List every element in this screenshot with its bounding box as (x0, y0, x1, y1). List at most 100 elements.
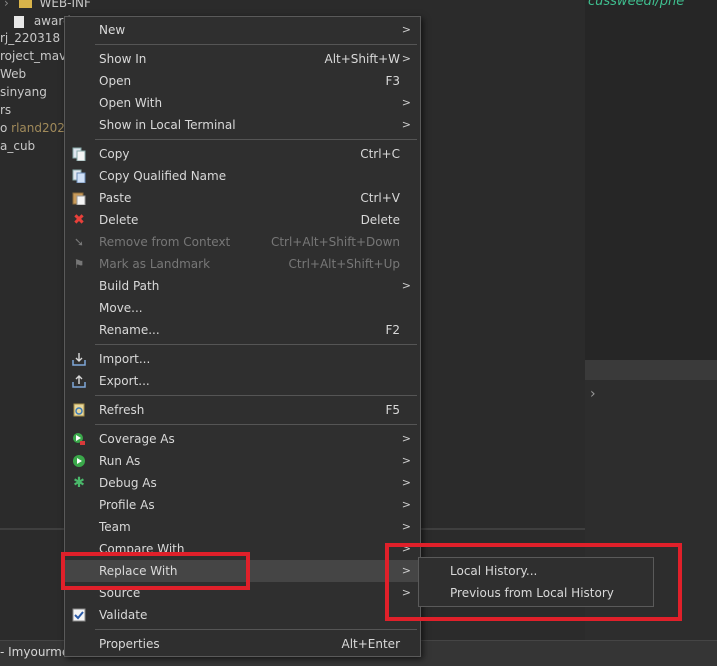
menu-item-shortcut: F2 (385, 323, 400, 337)
landmark-icon: ⚑ (73, 257, 85, 271)
menu-separator (95, 424, 417, 425)
menu-item-label: Show in Local Terminal (99, 118, 236, 132)
file-icon (14, 15, 24, 28)
menu-item-show-in[interactable]: Show In Alt+Shift+W > (65, 48, 420, 70)
submenu-arrow-icon: > (401, 454, 411, 467)
menu-item-shortcut: Ctrl+Alt+Shift+Up (288, 257, 400, 271)
menu-item-label: Copy (99, 147, 130, 161)
menu-item-label: Run As (99, 454, 141, 468)
copy-qualified-icon (71, 168, 87, 184)
menu-item-shortcut: F3 (385, 74, 400, 88)
menu-item-label: Export... (99, 374, 150, 388)
editor-tab-strip (585, 360, 717, 380)
menu-item-export[interactable]: Export... (65, 370, 420, 392)
menu-item-run-as[interactable]: Run As > (65, 450, 420, 472)
menu-item-shortcut: Alt+Enter (341, 637, 400, 651)
menu-item-label: Debug As (99, 476, 157, 490)
menu-separator (95, 44, 417, 45)
menu-item-label: Show In (99, 52, 147, 66)
submenu-arrow-icon: > (401, 432, 411, 445)
status-bar-text: - Imyourme (0, 645, 70, 659)
menu-item-remove-from-context: ➘ Remove from Context Ctrl+Alt+Shift+Down (65, 231, 420, 253)
menu-item-move[interactable]: Move... (65, 297, 420, 319)
menu-separator (95, 344, 417, 345)
highlight-box-submenu (385, 543, 682, 621)
menu-item-copy-qualified-name[interactable]: Copy Qualified Name (65, 165, 420, 187)
tree-item-prefix: o (0, 121, 12, 135)
coverage-icon (71, 431, 87, 447)
menu-item-show-in-local-terminal[interactable]: Show in Local Terminal > (65, 114, 420, 136)
menu-item-label: Open (99, 74, 132, 88)
menu-item-build-path[interactable]: Build Path > (65, 275, 420, 297)
submenu-arrow-icon: > (401, 476, 411, 489)
menu-item-label: Properties (99, 637, 160, 651)
menu-item-open-with[interactable]: Open With > (65, 92, 420, 114)
menu-item-rename[interactable]: Rename... F2 (65, 319, 420, 341)
menu-item-label: Copy Qualified Name (99, 169, 227, 183)
tree-item[interactable]: rs (0, 101, 11, 119)
menu-item-copy[interactable]: Copy Ctrl+C (65, 143, 420, 165)
editor-code-snippet: cussweedl/phe (588, 0, 685, 9)
export-icon (71, 373, 87, 389)
tree-item-web-inf[interactable]: › WEB-INF (4, 0, 91, 12)
menu-item-label: New (99, 23, 126, 37)
tree-item-award-file[interactable]: award (14, 12, 71, 30)
menu-item-label: Build Path (99, 279, 160, 293)
menu-item-mark-as-landmark: ⚑ Mark as Landmark Ctrl+Alt+Shift+Up (65, 253, 420, 275)
debug-icon: ✱ (73, 475, 85, 491)
menu-item-shortcut: Ctrl+Alt+Shift+Down (270, 235, 400, 249)
menu-item-label: Coverage As (99, 432, 175, 446)
menu-item-label: Delete (99, 213, 139, 227)
menu-item-label: Refresh (99, 403, 145, 417)
submenu-arrow-icon: > (401, 498, 411, 511)
highlight-box-replace-with (61, 552, 250, 590)
menu-item-debug-as[interactable]: ✱ Debug As > (65, 472, 420, 494)
tree-item[interactable]: sinyang (0, 83, 47, 101)
submenu-arrow-icon: > (401, 279, 411, 292)
menu-item-label: Profile As (99, 498, 155, 512)
menu-item-label: Open With (99, 96, 163, 110)
menu-item-properties[interactable]: Properties Alt+Enter (65, 633, 420, 655)
run-icon (71, 453, 87, 469)
menu-item-import[interactable]: Import... (65, 348, 420, 370)
menu-item-team[interactable]: Team > (65, 516, 420, 538)
paste-icon (71, 190, 87, 206)
menu-separator (95, 395, 417, 396)
import-icon (71, 351, 87, 367)
menu-item-refresh[interactable]: Refresh F5 (65, 399, 420, 421)
menu-item-validate[interactable]: Validate (65, 604, 420, 626)
menu-item-label: Validate (99, 608, 148, 622)
submenu-arrow-icon: > (401, 118, 411, 131)
menu-item-label: Paste (99, 191, 132, 205)
menu-separator (95, 629, 417, 630)
submenu-arrow-icon: > (401, 96, 411, 109)
menu-item-shortcut: Ctrl+C (360, 147, 400, 161)
submenu-arrow-icon: > (401, 52, 411, 65)
menu-item-label: Team (99, 520, 131, 534)
menu-item-label: Remove from Context (99, 235, 231, 249)
folder-icon (18, 0, 32, 8)
menu-item-shortcut: F5 (385, 403, 400, 417)
chevron-right-icon[interactable]: › (590, 386, 596, 402)
copy-icon (71, 146, 87, 162)
menu-separator (95, 139, 417, 140)
menu-item-label: Rename... (99, 323, 160, 337)
delete-icon: ✖ (73, 212, 85, 228)
menu-item-shortcut: Delete (360, 213, 400, 227)
tree-item[interactable]: Web (0, 65, 26, 83)
menu-item-label: Mark as Landmark (99, 257, 211, 271)
submenu-arrow-icon: > (401, 23, 411, 36)
menu-item-coverage-as[interactable]: Coverage As > (65, 428, 420, 450)
menu-item-open[interactable]: Open F3 (65, 70, 420, 92)
tree-item[interactable]: o rland2022 (0, 119, 73, 137)
menu-item-shortcut: Alt+Shift+W (324, 52, 401, 66)
menu-item-delete[interactable]: ✖ Delete Delete (65, 209, 420, 231)
menu-item-profile-as[interactable]: Profile As > (65, 494, 420, 516)
menu-item-paste[interactable]: Paste Ctrl+V (65, 187, 420, 209)
menu-item-shortcut: Ctrl+V (360, 191, 400, 205)
tree-item[interactable]: rj_220318 (0, 29, 60, 47)
menu-item-label: Move... (99, 301, 143, 315)
checkbox-checked-icon (71, 607, 87, 623)
menu-item-new[interactable]: New > (65, 19, 420, 41)
tree-item[interactable]: a_cub (0, 137, 35, 155)
